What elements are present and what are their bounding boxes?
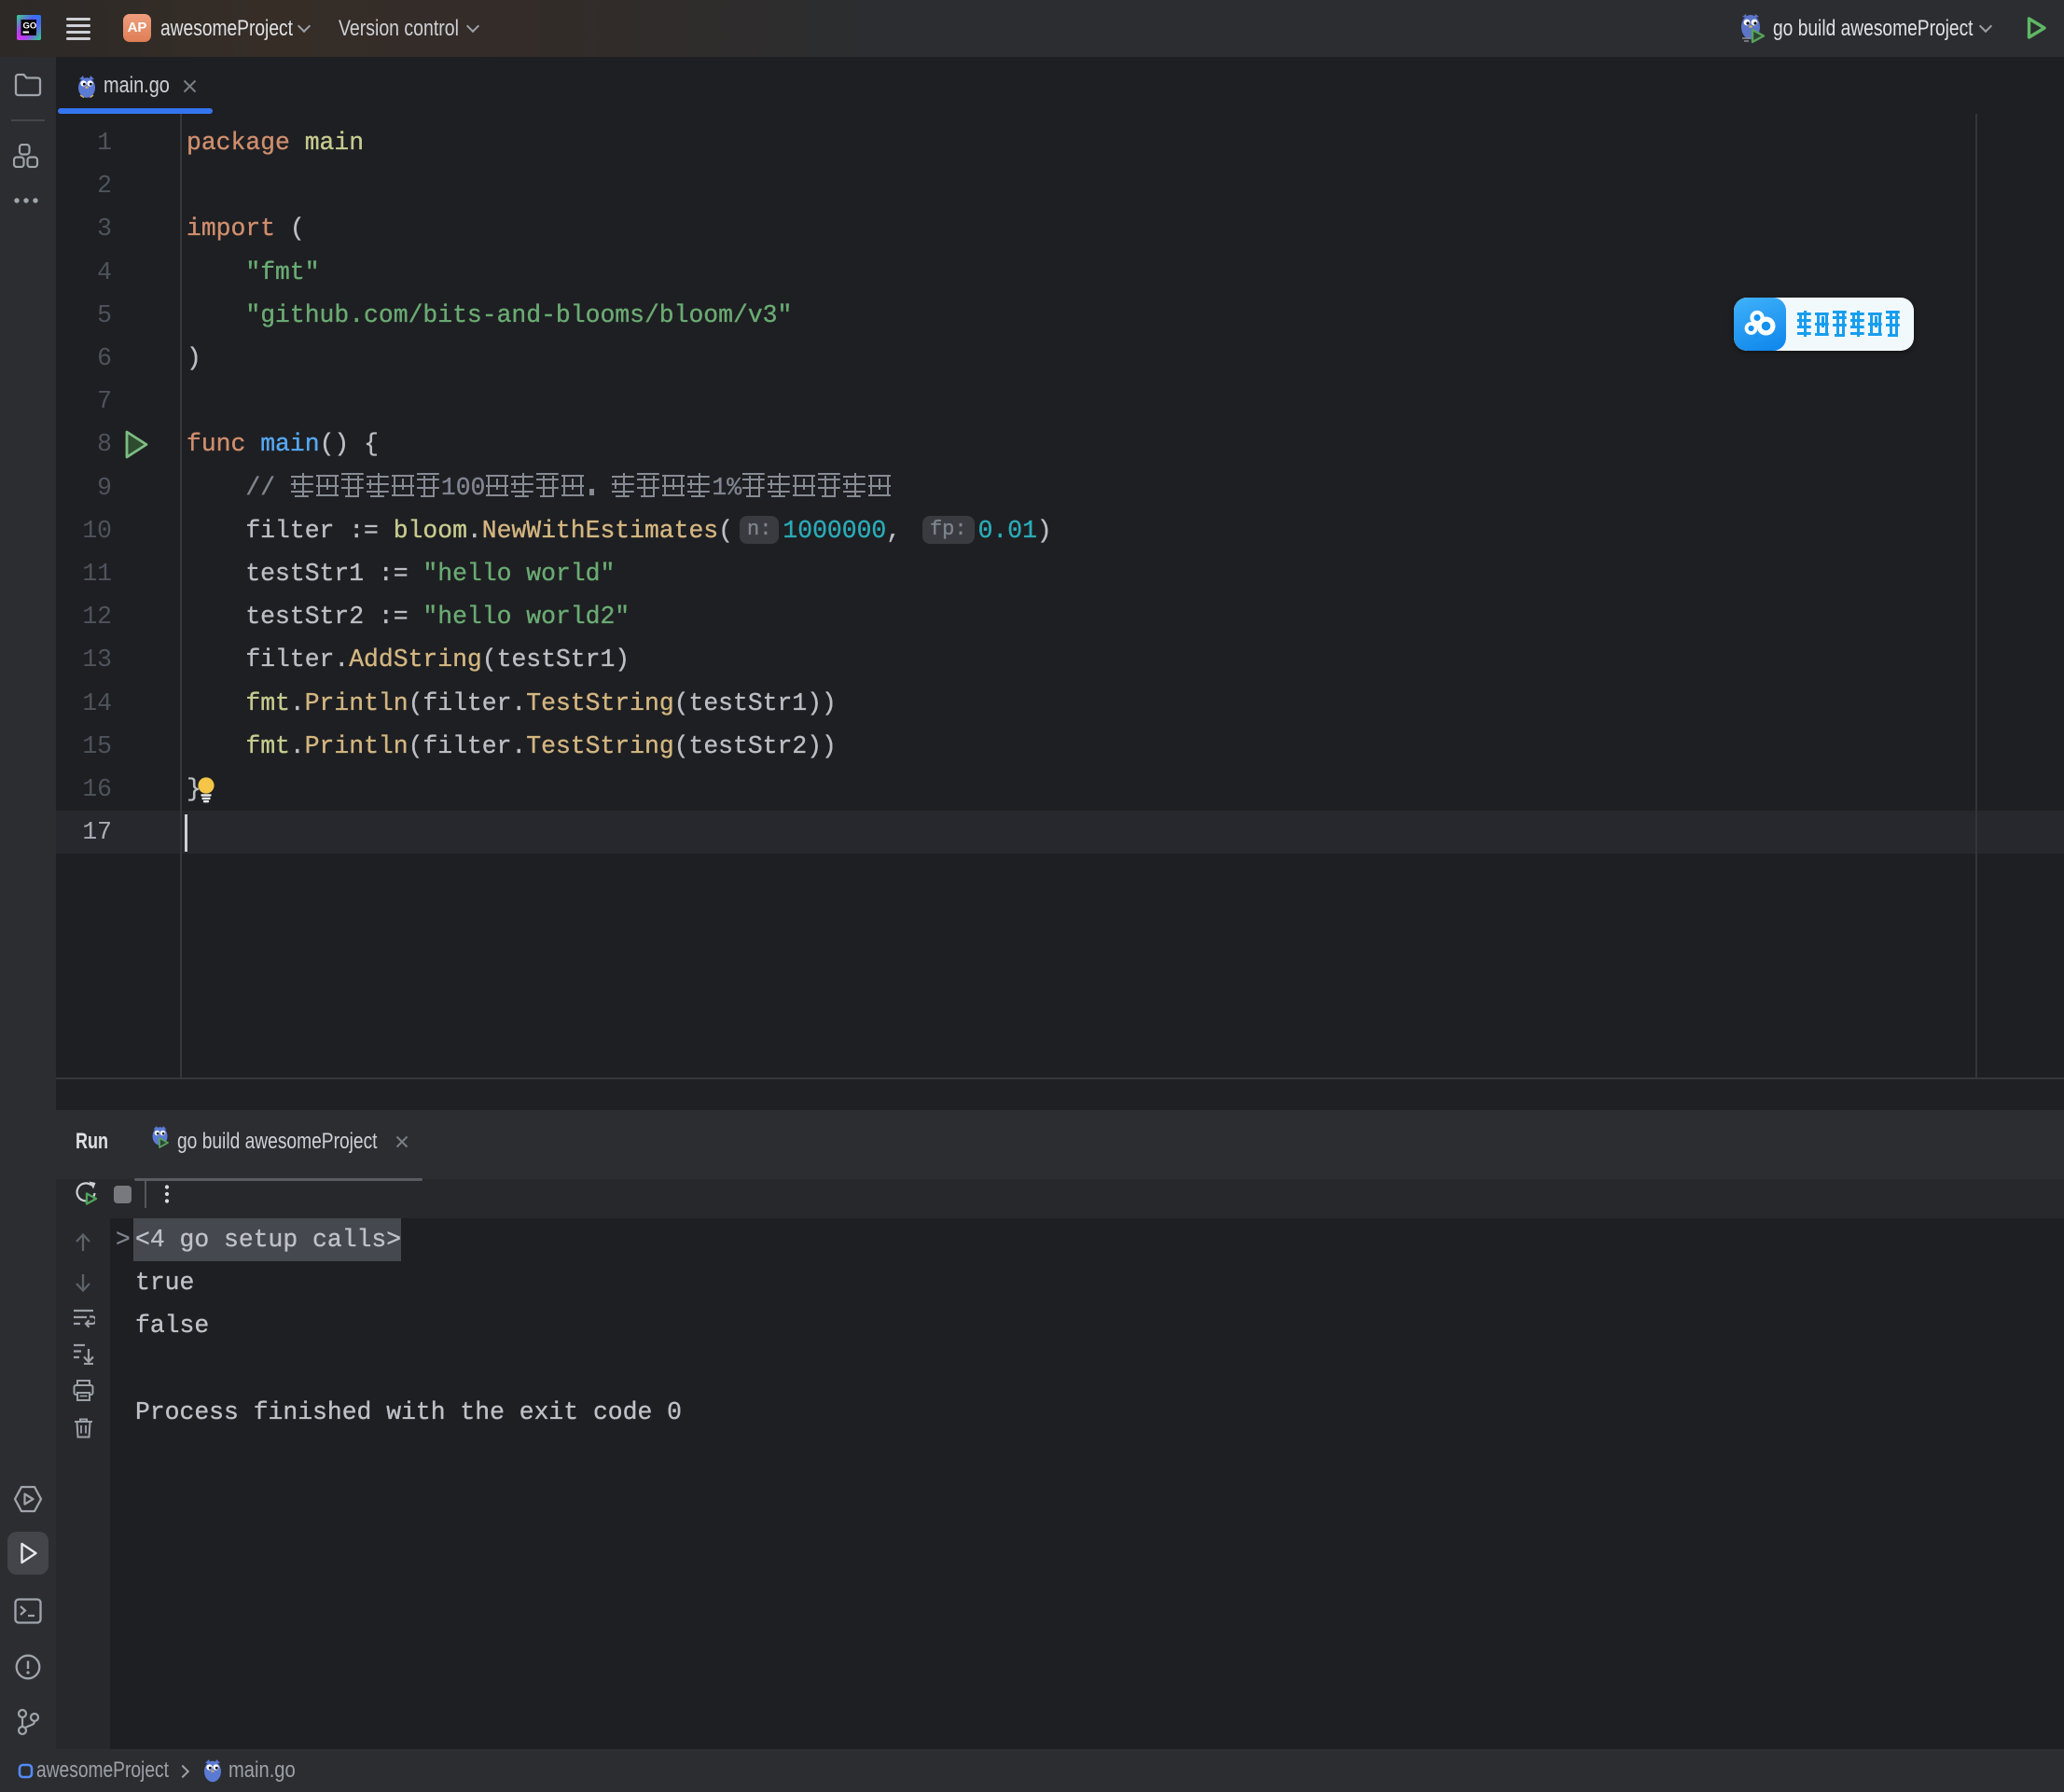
svg-text:GO: GO xyxy=(23,21,37,32)
